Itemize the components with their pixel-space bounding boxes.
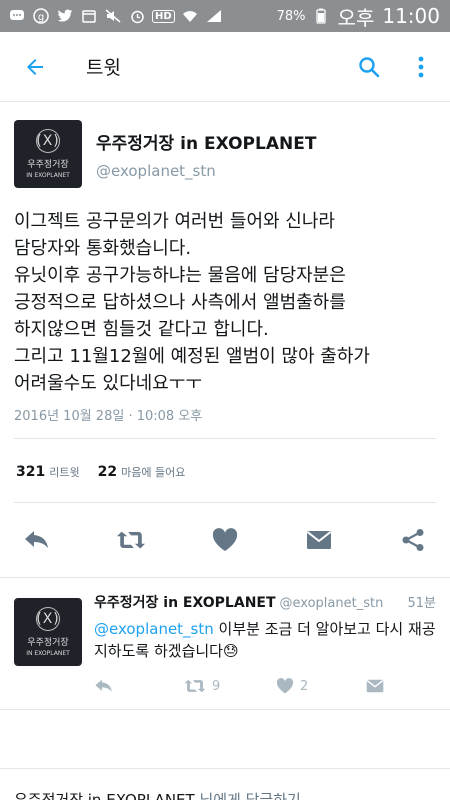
reply-button[interactable] <box>22 525 52 555</box>
retweet-stat[interactable]: 321 리트윗 <box>16 461 80 480</box>
tweet-text: 이그젝트 공구문의가 여러번 들어와 신나라 담당자와 통화했습니다. 유닛이후… <box>14 211 370 394</box>
reply-mention-link[interactable]: @exoplanet_stn <box>94 620 214 638</box>
status-ampm: 오후 <box>337 5 375 30</box>
retweet-icon <box>116 531 146 549</box>
battery-percent: 78% <box>276 8 306 24</box>
reply-reply-button[interactable] <box>94 678 184 694</box>
reply-retweet-button[interactable]: 9 <box>184 678 276 694</box>
compose-placeholder: 님에게 답글하기 <box>194 791 301 800</box>
signal-icon <box>205 9 223 23</box>
overflow-menu-button[interactable] <box>404 50 438 84</box>
reply-avatar-line2: IN EXOPLANET <box>26 650 70 657</box>
avatar-line1: 우주정거장 <box>27 160 69 170</box>
reply-avatar-logo: (X) <box>36 607 60 631</box>
retweet-icon <box>184 679 206 693</box>
reply-like-count: 2 <box>300 678 309 694</box>
search-button[interactable] <box>352 50 386 84</box>
main-tweet: (X) 우주정거장 IN EXOPLANET 우주정거장 in EXOPLANE… <box>0 102 450 578</box>
svg-text:g: g <box>38 12 44 23</box>
avatar[interactable]: (X) 우주정거장 IN EXOPLANET <box>14 120 82 188</box>
search-icon <box>359 56 380 77</box>
share-icon <box>402 529 424 551</box>
heart-icon <box>212 528 238 551</box>
reply-icon <box>25 531 48 548</box>
back-arrow-icon <box>27 58 43 75</box>
reply-retweet-count: 9 <box>212 678 221 694</box>
retweet-label: 리트윗 <box>49 466 80 479</box>
reply-avatar-line1: 우주정거장 <box>27 638 69 648</box>
more-vertical-icon <box>418 56 424 77</box>
message-button[interactable] <box>304 525 334 555</box>
reply-like-button[interactable]: 2 <box>276 678 366 694</box>
compose-target-name: 우주정거장 in EXOPLANET <box>14 791 195 800</box>
alarm-icon <box>128 9 146 23</box>
twitter-icon <box>56 9 74 23</box>
calendar-icon <box>80 9 98 23</box>
reply-avatar[interactable]: (X) 우주정거장 IN EXOPLANET <box>14 598 82 666</box>
heart-icon <box>276 678 294 694</box>
back-button[interactable] <box>18 50 52 84</box>
reply-icon <box>95 679 112 692</box>
retweet-button[interactable] <box>116 525 146 555</box>
display-name[interactable]: 우주정거장 in EXOPLANET <box>96 129 316 154</box>
tweet-actions <box>0 503 450 578</box>
avatar-logo: (X) <box>36 129 60 153</box>
reply-display-name[interactable]: 우주정거장 in EXOPLANET <box>94 592 276 612</box>
tweet-stats: 321 리트윗 22 마음에 들어요 <box>14 439 436 503</box>
hd-badge: HD <box>152 9 175 23</box>
retweet-count: 321 <box>16 464 46 480</box>
reply-text: @exoplanet_stn 이부분 조금 더 알아보고 다시 재공지하도록 하… <box>94 618 436 662</box>
share-button[interactable] <box>398 525 428 555</box>
avatar-line2: IN EXOPLANET <box>26 172 70 179</box>
page-title: 트윗 <box>86 57 121 79</box>
g-icon: g <box>32 8 50 24</box>
like-count: 22 <box>97 464 118 480</box>
reply-message-button[interactable] <box>366 678 384 694</box>
tweet-author[interactable]: (X) 우주정거장 IN EXOPLANET 우주정거장 in EXOPLANE… <box>14 120 436 188</box>
reply-compose-box[interactable]: 우주정거장 in EXOPLANET 님에게 답글하기 <box>0 768 450 800</box>
reply-tweet[interactable]: (X) 우주정거장 IN EXOPLANET 우주정거장 in EXOPLANE… <box>0 578 450 710</box>
like-label: 마음에 들어요 <box>121 466 186 479</box>
mute-icon <box>104 9 122 23</box>
mail-icon <box>366 679 384 693</box>
user-handle[interactable]: @exoplanet_stn <box>96 162 316 180</box>
tweet-timestamp: 2016년 10월 28일 · 10:08 오후 <box>14 405 436 439</box>
status-bar: g HD 78% 오후 11:00 <box>0 0 450 32</box>
reply-handle[interactable]: @exoplanet_stn <box>280 596 384 611</box>
like-button[interactable] <box>210 525 240 555</box>
status-time: 11:00 <box>382 4 440 28</box>
wifi-icon <box>181 9 199 23</box>
app-bar: 트윗 <box>0 32 450 102</box>
chat-icon <box>8 9 26 23</box>
reply-time: 51분 <box>407 596 436 611</box>
mail-icon <box>306 531 332 549</box>
battery-icon <box>312 8 330 24</box>
reply-actions: 9 2 <box>94 678 436 694</box>
like-stat[interactable]: 22 마음에 들어요 <box>98 461 186 480</box>
